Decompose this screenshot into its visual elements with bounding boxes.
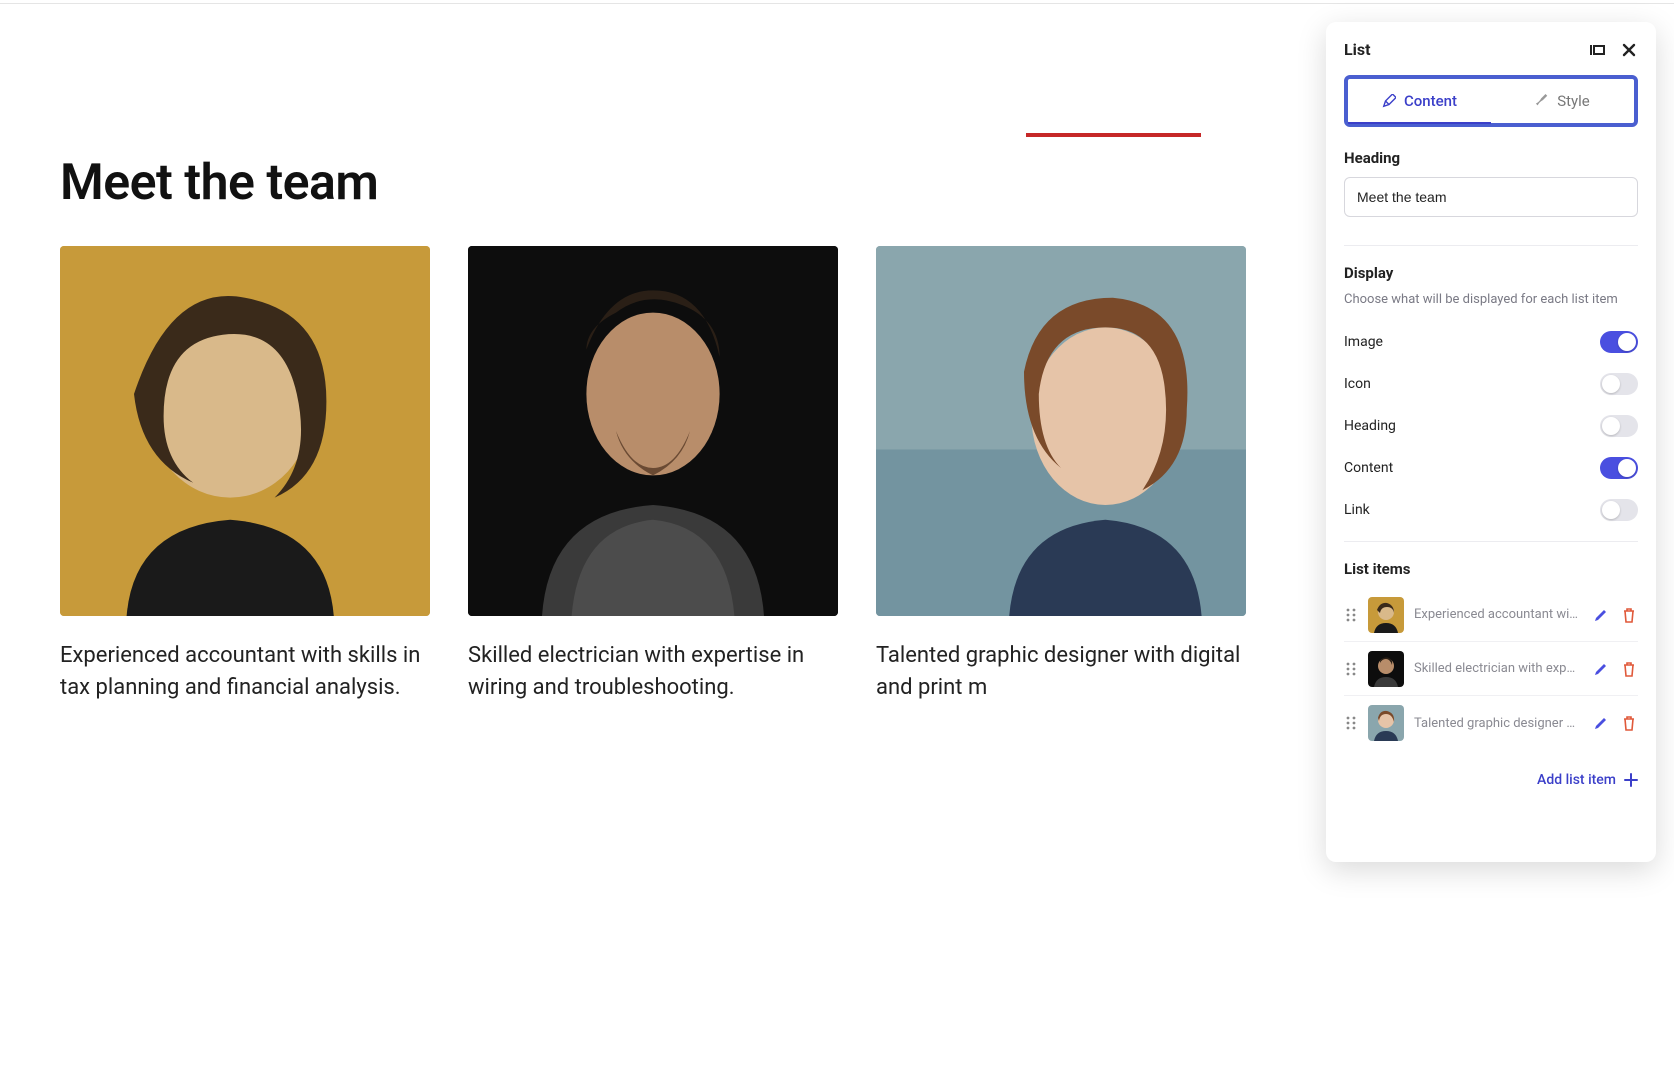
list-item-row[interactable]: Experienced accountant with ... — [1344, 588, 1638, 642]
edit-icon[interactable] — [1592, 714, 1610, 732]
list-items-label: List items — [1344, 560, 1638, 578]
toggle-row-heading: Heading — [1344, 405, 1638, 447]
list-item-row[interactable]: Talented graphic designer wit... — [1344, 696, 1638, 750]
team-card[interactable]: Experienced accountant with skills in ta… — [60, 246, 430, 704]
toggle-heading[interactable] — [1600, 415, 1638, 437]
selection-indicator — [1026, 133, 1201, 137]
trash-icon[interactable] — [1620, 660, 1638, 678]
list-item-label: Experienced accountant with ... — [1414, 607, 1582, 622]
toggle-label: Heading — [1344, 418, 1396, 434]
tab-style[interactable]: Style — [1491, 79, 1634, 123]
pencil-icon — [1382, 94, 1396, 108]
plus-icon — [1624, 773, 1638, 787]
toggle-content[interactable] — [1600, 457, 1638, 479]
tab-label: Content — [1404, 92, 1457, 110]
list-settings-panel: List Content Style Heading Display Choos… — [1326, 22, 1656, 862]
toggle-link[interactable] — [1600, 499, 1638, 521]
card-image — [876, 246, 1246, 616]
brush-icon — [1535, 94, 1549, 108]
panel-title: List — [1344, 40, 1371, 59]
card-caption: Talented graphic designer with digital a… — [876, 640, 1246, 704]
tabs: Content Style — [1348, 79, 1634, 123]
toggle-label: Image — [1344, 334, 1383, 350]
card-caption: Skilled electrician with expertise in wi… — [468, 640, 838, 704]
list-item-thumb — [1368, 597, 1404, 633]
display-subtext: Choose what will be displayed for each l… — [1344, 292, 1638, 307]
tab-label: Style — [1557, 92, 1590, 110]
toggle-row-link: Link — [1344, 489, 1638, 531]
edit-icon[interactable] — [1592, 606, 1610, 624]
list-item-row[interactable]: Skilled electrician with experti... — [1344, 642, 1638, 696]
divider — [1344, 245, 1638, 246]
card-caption: Experienced accountant with skills in ta… — [60, 640, 430, 704]
team-card[interactable]: Talented graphic designer with digital a… — [876, 246, 1246, 704]
toggle-label: Link — [1344, 502, 1370, 518]
drag-handle-icon[interactable] — [1344, 607, 1358, 623]
heading-input[interactable] — [1344, 177, 1638, 217]
toggle-row-image: Image — [1344, 321, 1638, 363]
card-image — [60, 246, 430, 616]
list-item-thumb — [1368, 705, 1404, 741]
display-label: Display — [1344, 264, 1638, 282]
toggle-row-icon: Icon — [1344, 363, 1638, 405]
toggle-label: Icon — [1344, 376, 1371, 392]
tab-content[interactable]: Content — [1348, 79, 1491, 123]
drag-handle-icon[interactable] — [1344, 715, 1358, 731]
edit-icon[interactable] — [1592, 660, 1610, 678]
toggle-image[interactable] — [1600, 331, 1638, 353]
divider — [1344, 541, 1638, 542]
toggle-label: Content — [1344, 460, 1393, 476]
trash-icon[interactable] — [1620, 714, 1638, 732]
card-image — [468, 246, 838, 616]
list-item-thumb — [1368, 651, 1404, 687]
toggle-icon[interactable] — [1600, 373, 1638, 395]
toggle-row-content: Content — [1344, 447, 1638, 489]
list-item-label: Skilled electrician with experti... — [1414, 661, 1582, 676]
drag-handle-icon[interactable] — [1344, 661, 1358, 677]
dock-icon[interactable] — [1588, 41, 1606, 59]
team-card[interactable]: Skilled electrician with expertise in wi… — [468, 246, 838, 704]
add-list-item-button[interactable]: Add list item — [1344, 772, 1638, 788]
add-list-item-label: Add list item — [1537, 772, 1616, 788]
heading-label: Heading — [1344, 149, 1638, 167]
trash-icon[interactable] — [1620, 606, 1638, 624]
list-item-label: Talented graphic designer wit... — [1414, 716, 1582, 731]
close-icon[interactable] — [1620, 41, 1638, 59]
list-items: Experienced accountant with ... Skilled … — [1344, 588, 1638, 750]
tabs-highlight: Content Style — [1344, 75, 1638, 127]
panel-header: List — [1344, 40, 1638, 59]
